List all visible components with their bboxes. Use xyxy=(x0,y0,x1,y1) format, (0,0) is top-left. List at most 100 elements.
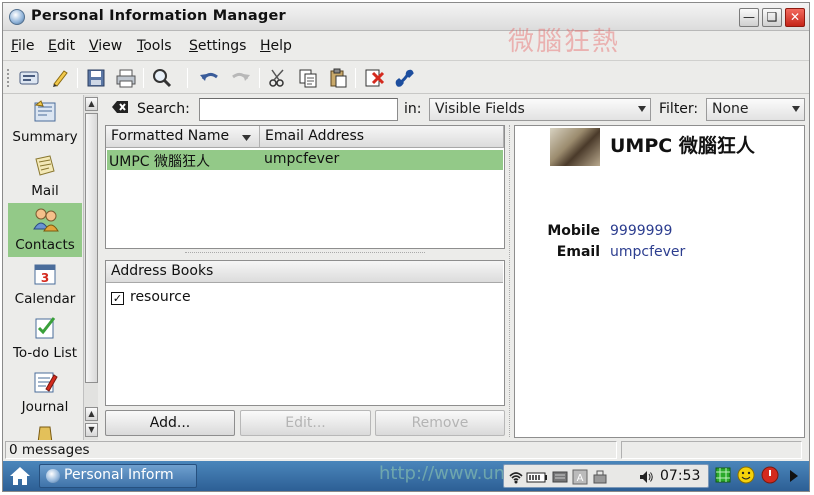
column-email-address[interactable]: Email Address xyxy=(260,126,504,148)
menu-bar: File Edit View Tools Settings Help xyxy=(3,33,809,59)
edit-button[interactable]: Edit... xyxy=(240,410,371,436)
sidebar-item-label: Journal xyxy=(21,399,69,415)
app-icon xyxy=(46,469,60,483)
grid-app-icon[interactable] xyxy=(715,467,731,483)
save-icon[interactable] xyxy=(83,66,109,90)
remove-button[interactable]: Remove xyxy=(375,410,505,436)
svg-text:A: A xyxy=(577,473,584,484)
status-messages: 0 messages xyxy=(5,441,617,459)
column-formatted-name[interactable]: Formatted Name xyxy=(106,126,260,148)
title-bar[interactable]: Personal Information Manager 微腦狂熱 — ❑ ✕ xyxy=(3,3,809,57)
splitter-handle[interactable] xyxy=(185,252,425,256)
menu-edit[interactable]: Edit xyxy=(48,38,75,54)
print-icon[interactable] xyxy=(113,66,139,90)
search-input[interactable] xyxy=(199,98,398,121)
input-method-icon[interactable]: A xyxy=(572,469,588,485)
menu-settings[interactable]: Settings xyxy=(189,38,246,54)
keyboard-icon[interactable] xyxy=(552,469,568,485)
smiley-icon[interactable] xyxy=(737,466,755,484)
filter-select[interactable]: None xyxy=(706,98,805,121)
network-icon[interactable] xyxy=(592,469,608,485)
journal-icon xyxy=(32,369,58,395)
search-label: Search: xyxy=(137,101,190,117)
search-field-value: Visible Fields xyxy=(435,101,525,117)
sidebar-item-summary[interactable]: Summary xyxy=(8,95,82,149)
menu-file[interactable]: File xyxy=(11,38,34,54)
new-contact-icon[interactable] xyxy=(17,66,43,90)
filter-value: None xyxy=(712,101,749,117)
paste-icon[interactable] xyxy=(325,66,351,90)
address-books-panel: Address Books ✓ resource xyxy=(105,260,505,406)
redo-icon[interactable] xyxy=(227,66,253,90)
sidebar-item-calendar[interactable]: 3 Calendar xyxy=(8,257,82,311)
sidebar-item-journal[interactable]: Journal xyxy=(8,365,82,419)
sidebar-scrollbar[interactable]: ▲ ▲ ▼ xyxy=(83,95,98,440)
contacts-list: Formatted Name Email Address UMPC 微腦狂人 u… xyxy=(105,125,505,249)
contact-name-cell: UMPC 微腦狂人 xyxy=(109,154,210,170)
edit-icon[interactable] xyxy=(47,66,73,90)
sort-arrow-icon xyxy=(242,135,251,141)
search-field-select[interactable]: Visible Fields xyxy=(429,98,651,121)
task-button-pim[interactable]: Personal Inform xyxy=(39,464,197,488)
system-tray: A 07:53 xyxy=(503,464,709,488)
contact-detail-panel: UMPC 微腦狂人 Mobile 9999999 Email umpcfever xyxy=(514,125,805,438)
clock[interactable]: 07:53 xyxy=(660,468,700,484)
scroll-up-arrow[interactable]: ▲ xyxy=(85,97,98,111)
mobile-value[interactable]: 9999999 xyxy=(610,223,672,239)
chevron-down-icon xyxy=(638,106,646,112)
email-label: Email xyxy=(556,244,600,260)
dial-icon[interactable] xyxy=(391,66,417,90)
cut-icon[interactable] xyxy=(265,66,291,90)
email-value[interactable]: umpcfever xyxy=(610,244,685,260)
mail-icon xyxy=(32,153,58,179)
status-bar: 0 messages xyxy=(3,440,809,460)
wifi-icon[interactable] xyxy=(508,469,524,485)
navigator-sidebar: Summary Mail Contacts 3 Calendar To-do L… xyxy=(8,95,82,440)
close-button[interactable]: ✕ xyxy=(785,8,805,27)
contacts-icon xyxy=(32,207,59,233)
scroll-thumb[interactable] xyxy=(85,113,98,383)
sidebar-item-more[interactable] xyxy=(8,419,82,440)
power-icon[interactable] xyxy=(761,466,779,484)
sidebar-item-label: Summary xyxy=(12,129,78,145)
filter-label: Filter: xyxy=(659,101,699,117)
window-title: Personal Information Manager xyxy=(31,8,286,24)
minimize-button[interactable]: — xyxy=(739,8,759,27)
delete-icon[interactable] xyxy=(361,66,387,90)
sidebar-item-label: Calendar xyxy=(14,291,76,307)
resource-label: resource xyxy=(130,289,191,305)
contact-detail-name: UMPC 微腦狂人 xyxy=(610,135,755,157)
status-secondary xyxy=(621,441,802,459)
home-icon[interactable] xyxy=(7,465,33,487)
mobile-label: Mobile xyxy=(547,223,600,239)
contact-email-cell: umpcfever xyxy=(264,151,340,167)
arrow-right-icon[interactable] xyxy=(789,469,799,483)
sidebar-item-contacts[interactable]: Contacts xyxy=(8,203,82,257)
undo-icon[interactable] xyxy=(197,66,223,90)
resource-checkbox[interactable]: ✓ xyxy=(111,292,124,305)
scroll-down-arrow[interactable]: ▼ xyxy=(85,423,98,437)
volume-icon[interactable] xyxy=(638,469,654,485)
contact-photo xyxy=(550,128,600,166)
add-button[interactable]: Add... xyxy=(105,410,235,436)
app-window: Personal Information Manager 微腦狂熱 — ❑ ✕ … xyxy=(2,2,810,492)
sidebar-item-label: To-do List xyxy=(12,345,78,361)
scroll-up-arrow-lower[interactable]: ▲ xyxy=(85,407,98,421)
toolbar xyxy=(3,60,809,94)
chevron-down-icon xyxy=(792,106,800,112)
menu-view[interactable]: View xyxy=(89,38,122,54)
clear-search-icon[interactable] xyxy=(111,100,129,118)
battery-icon[interactable] xyxy=(526,469,548,485)
maximize-button[interactable]: ❑ xyxy=(762,8,782,27)
sidebar-item-mail[interactable]: Mail xyxy=(8,149,82,203)
toolbar-grip[interactable] xyxy=(7,69,11,87)
address-books-header: Address Books xyxy=(106,261,503,283)
copy-icon[interactable] xyxy=(295,66,321,90)
menu-tools[interactable]: Tools xyxy=(137,38,172,54)
find-icon[interactable] xyxy=(149,66,175,90)
calendar-icon: 3 xyxy=(32,261,58,287)
sidebar-item-label: Mail xyxy=(31,183,59,199)
menu-help[interactable]: Help xyxy=(260,38,292,54)
sidebar-item-todo[interactable]: To-do List xyxy=(8,311,82,365)
splitter-vertical[interactable] xyxy=(509,125,513,437)
